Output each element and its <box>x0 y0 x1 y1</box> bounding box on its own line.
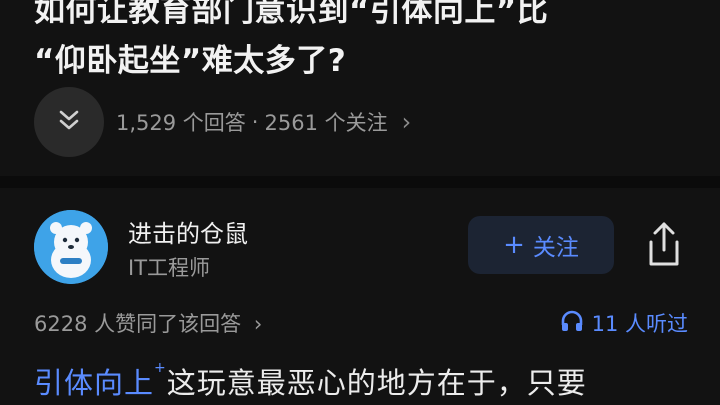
likes-summary[interactable]: 6228 人赞同了该回答 › <box>34 308 262 338</box>
plus-icon: + <box>503 230 525 260</box>
author-row: 进击的仓鼠 IT工程师 + 关注 <box>34 206 694 286</box>
share-icon <box>644 222 684 274</box>
answer-follow-stats[interactable]: 1,529 个回答 · 2561 个关注 › <box>116 107 411 137</box>
answer-text: 这玩意最恶心的地方在于，只要 <box>166 366 587 400</box>
question-title-line1: 如何让教育部门意识到“引体向上”比 <box>34 0 549 29</box>
share-button[interactable] <box>644 220 684 270</box>
answer-stats: 6228 人赞同了该回答 › 11 人听过 <box>34 308 688 342</box>
sparkle-icon: + <box>154 360 167 376</box>
question-meta: 1,529 个回答 · 2561 个关注 › <box>34 86 411 158</box>
headphones-icon <box>560 310 592 337</box>
avatar[interactable] <box>34 210 108 284</box>
follower-count: 2561 个关注 <box>264 111 388 135</box>
author-name[interactable]: 进击的仓鼠 <box>128 214 248 249</box>
question-title-line2: “仰卧起坐”难太多了? <box>34 43 347 79</box>
answer-body[interactable]: 引体向上+这玩意最恶心的地方在于，只要 <box>34 360 587 402</box>
listen-button[interactable]: 11 人听过 <box>560 308 688 338</box>
follow-button[interactable]: + 关注 <box>468 216 614 274</box>
meta-separator: · <box>251 110 259 134</box>
listener-count: 11 人听过 <box>591 312 688 336</box>
keyword-link[interactable]: 引体向上 <box>34 366 154 400</box>
follow-label: 关注 <box>532 235 579 261</box>
chevron-right-icon: › <box>253 312 263 336</box>
question-title[interactable]: 如何让教育部门意识到“引体向上”比 “仰卧起坐”难太多了? <box>34 0 714 86</box>
chevron-down-double-icon <box>56 107 82 137</box>
chevron-right-icon: › <box>401 108 412 136</box>
section-divider <box>0 176 720 188</box>
expand-button[interactable] <box>34 87 104 157</box>
likes-count: 6228 人赞同了该回答 <box>34 312 242 336</box>
author-title: IT工程师 <box>128 256 211 280</box>
answer-count: 1,529 个回答 <box>116 111 246 135</box>
